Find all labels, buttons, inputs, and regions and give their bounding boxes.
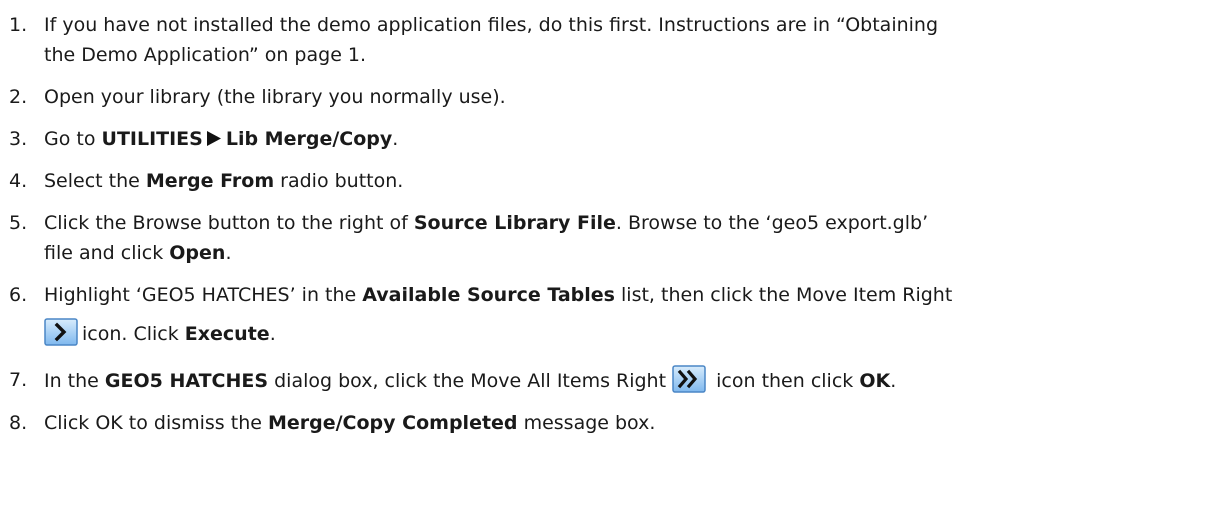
step-4: 4. Select the Merge From radio button.	[0, 166, 1205, 196]
step-number: 6.	[9, 284, 28, 306]
move-item-right-icon	[44, 318, 78, 346]
menu-utilities: UTILITIES	[101, 128, 203, 150]
step-text-prefix: Highlight ‘GEO5 HATCHES’ in the	[44, 284, 363, 306]
step-text-suffix: message box.	[517, 412, 656, 434]
open-term: Open	[169, 242, 226, 264]
step-text-suffix: .	[392, 128, 399, 150]
available-source-tables-term: Available Source Tables	[362, 284, 615, 306]
step-text-line2-suffix: .	[225, 242, 232, 264]
step-5: 5. Click the Browse button to the right …	[0, 208, 1205, 268]
step-text-prefix: Select the	[44, 170, 146, 192]
step-text-suffix: radio button.	[274, 170, 404, 192]
step-8: 8. Click OK to dismiss the Merge/Copy Co…	[0, 408, 1205, 438]
step-number: 8.	[9, 412, 28, 434]
step-6-line2: icon. Click Execute.	[44, 318, 1205, 349]
step-text-middle: dialog box, click the Move All Items Rig…	[268, 370, 673, 392]
step-3: 3. Go to UTILITIES Lib Merge/Copy.	[0, 124, 1205, 154]
step-text: Open your library (the library you norma…	[44, 86, 506, 108]
menu-arrow-icon	[206, 131, 221, 146]
step-number: 3.	[9, 128, 28, 150]
step-number: 4.	[9, 170, 28, 192]
geo5-hatches-term: GEO5 HATCHES	[104, 370, 269, 392]
step-text-line2: the Demo Application” on page 1.	[44, 44, 367, 66]
execute-term: Execute	[184, 323, 270, 345]
step-text-prefix: Go to	[44, 128, 102, 150]
ok-term: OK	[859, 370, 891, 392]
merge-from-term: Merge From	[145, 170, 275, 192]
step-text-prefix: In the	[44, 370, 105, 392]
step-1: 1. If you have not installed the demo ap…	[0, 10, 1205, 70]
step-6: 6. Highlight ‘GEO5 HATCHES’ in the Avail…	[0, 280, 1205, 349]
step-text-prefix: Click the Browse button to the right of	[44, 212, 414, 234]
menu-lib-merge-copy: Lib Merge/Copy	[225, 128, 393, 150]
step-text-line2-suffix: .	[269, 323, 276, 345]
step-number: 2.	[9, 86, 28, 108]
step-text-middle: . Browse to the ‘geo5 export.glb’	[615, 212, 929, 234]
step-text-prefix: Click OK to dismiss the	[44, 412, 268, 434]
source-library-file-term: Source Library File	[413, 212, 616, 234]
step-text-after-icon: icon then click	[710, 370, 860, 392]
step-2: 2. Open your library (the library you no…	[0, 82, 1205, 112]
move-all-items-right-icon	[672, 365, 706, 393]
step-number: 1.	[9, 14, 28, 36]
step-7: 7. In the GEO5 HATCHES dialog box, click…	[0, 365, 1205, 396]
step-number: 7.	[9, 369, 28, 391]
step-text-suffix: .	[890, 370, 897, 392]
step-text-middle: list, then click the Move Item Right	[614, 284, 953, 306]
step-text-line2-prefix: file and click	[44, 242, 170, 264]
step-text-line2-middle: icon. Click	[82, 323, 185, 345]
instruction-steps-list: 1. If you have not installed the demo ap…	[0, 0, 1205, 438]
step-text-line1: If you have not installed the demo appli…	[44, 14, 939, 36]
step-number: 5.	[9, 212, 28, 234]
merge-copy-completed-term: Merge/Copy Completed	[267, 412, 518, 434]
